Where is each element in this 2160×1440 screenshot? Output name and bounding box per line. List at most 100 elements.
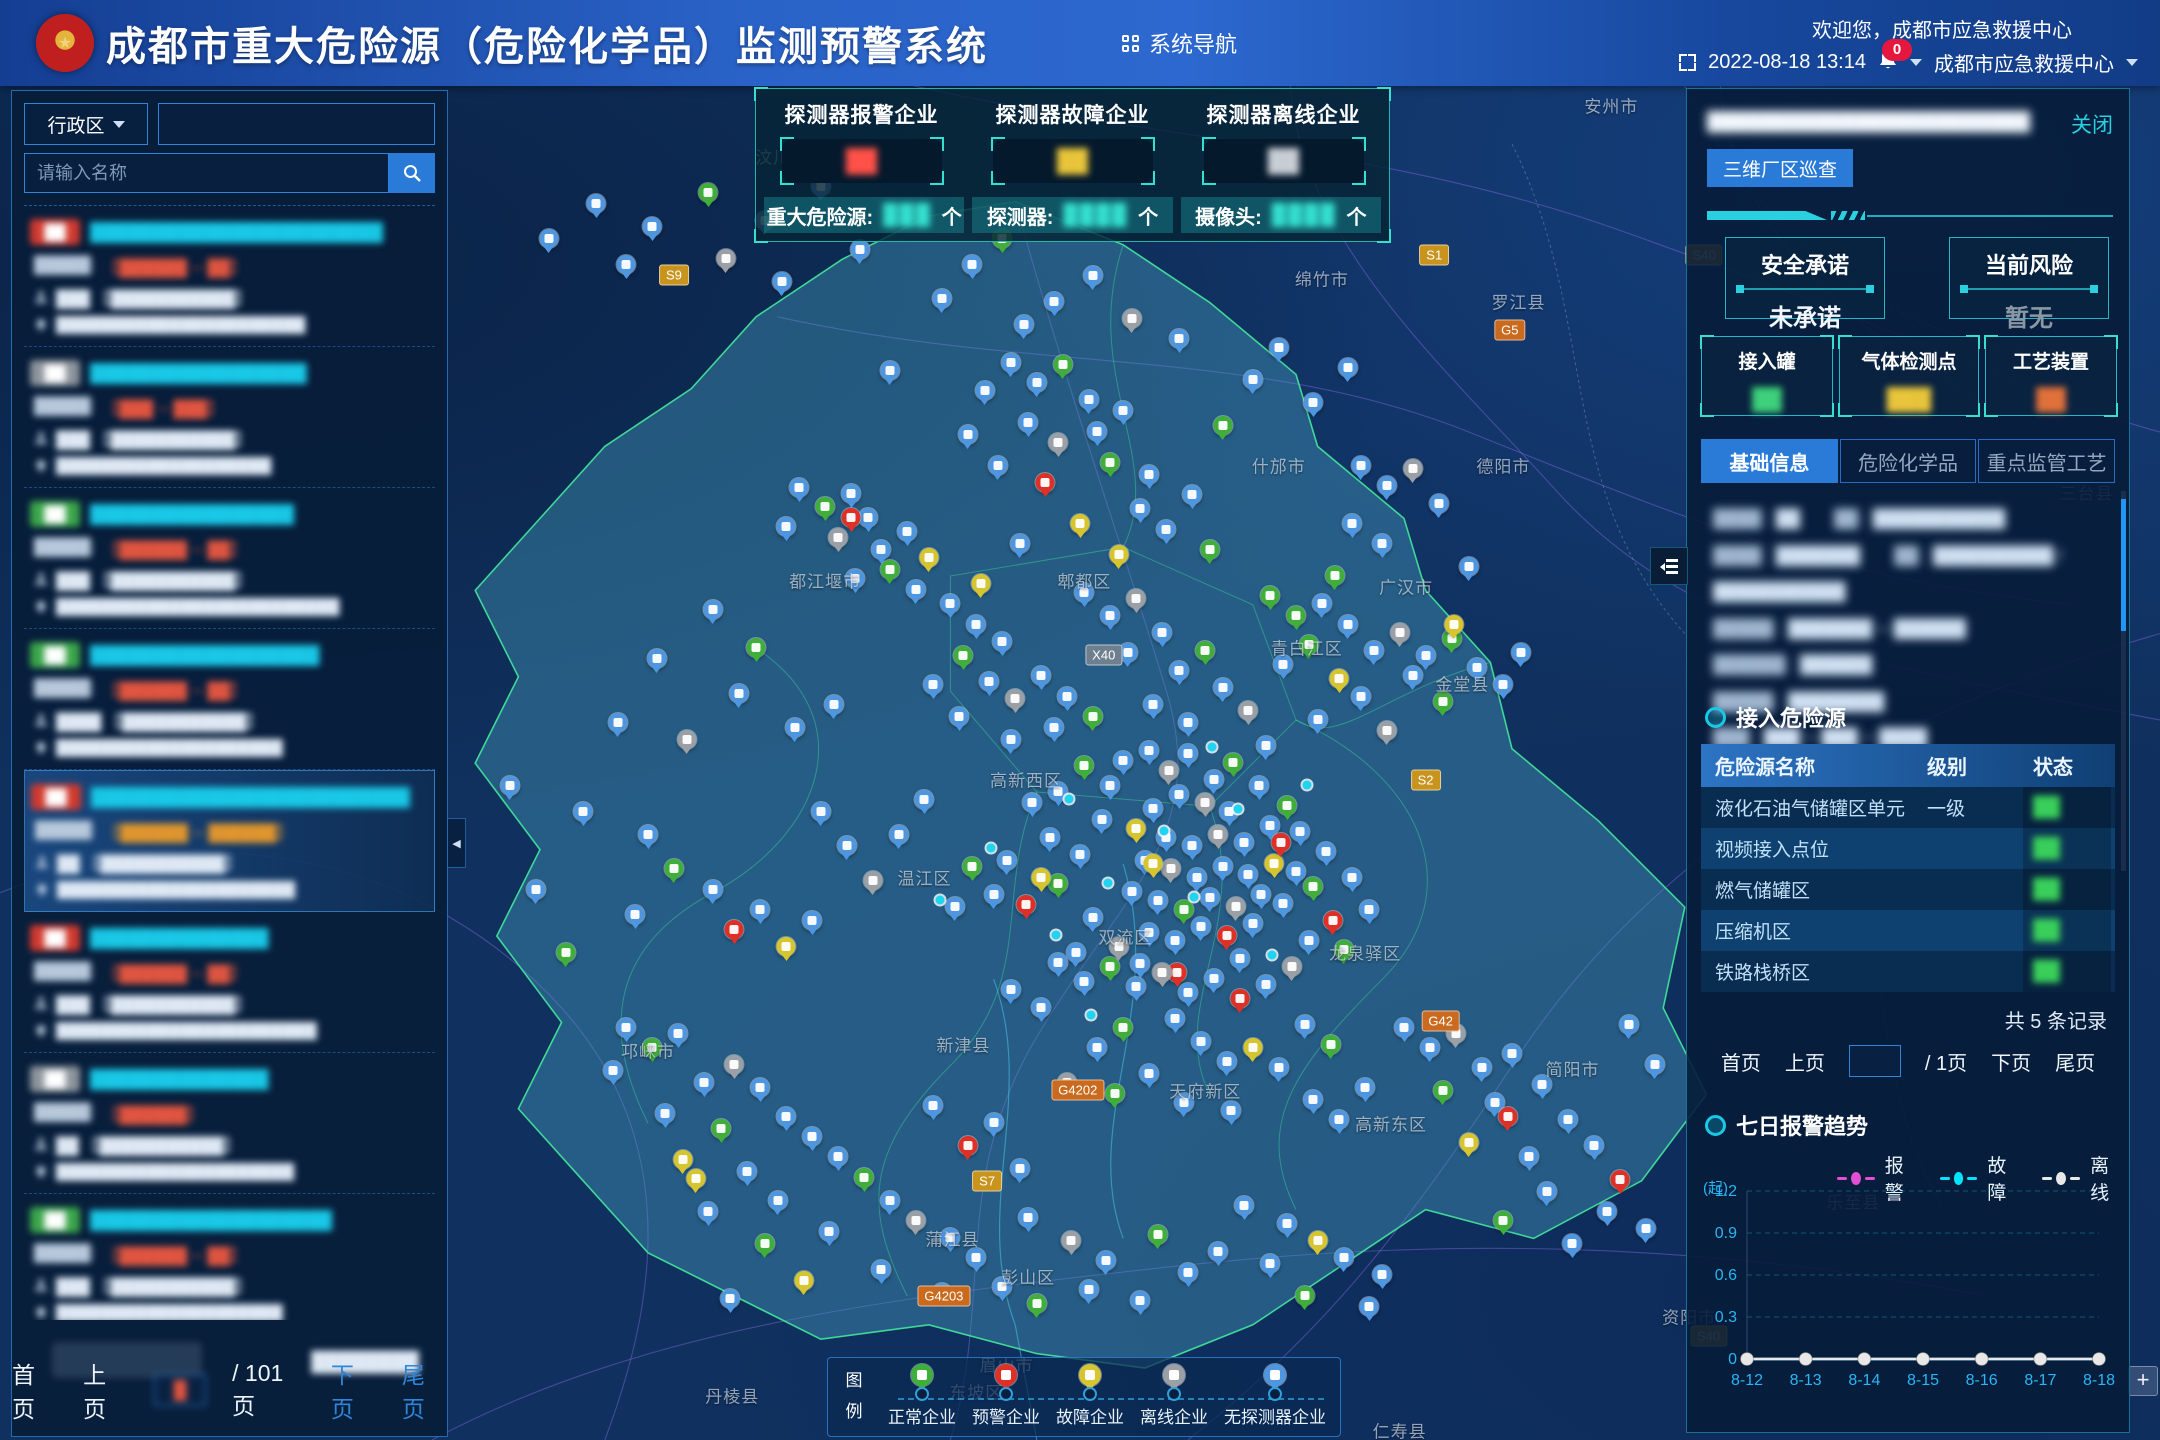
enterprise-map-pin[interactable] [1494,675,1513,694]
company-list-item[interactable]: ██████████████████████████████:【██████ ─… [24,206,435,347]
enterprise-map-pin[interactable] [747,638,766,657]
camera-point-marker[interactable] [1104,878,1113,887]
enterprise-map-pin[interactable] [1230,949,1249,968]
enterprise-map-pin[interactable] [1321,1035,1340,1054]
enterprise-map-pin[interactable] [772,272,791,291]
enterprise-map-pin[interactable] [755,1234,774,1253]
enterprise-map-pin[interactable] [1019,413,1038,432]
org-caret-icon[interactable] [2126,59,2138,66]
enterprise-map-pin[interactable] [1563,1234,1582,1253]
enterprise-map-pin[interactable] [1459,1133,1478,1152]
enterprise-map-pin[interactable] [1243,914,1262,933]
enterprise-map-pin[interactable] [1179,744,1198,763]
enterprise-map-pin[interactable] [777,937,796,956]
enterprise-map-pin[interactable] [1101,957,1120,976]
enterprise-map-pin[interactable] [1416,646,1435,665]
enterprise-map-pin[interactable] [1250,776,1269,795]
enterprise-map-pin[interactable] [1261,816,1280,835]
enterprise-map-pin[interactable] [980,672,999,691]
enterprise-map-pin[interactable] [1598,1202,1617,1221]
enterprise-map-pin[interactable] [1645,1055,1664,1074]
enterprise-map-pin[interactable] [712,1119,731,1138]
tab-重点监管工艺[interactable]: 重点监管工艺 [1978,439,2115,483]
enterprise-map-pin[interactable] [1230,989,1249,1008]
enterprise-map-pin[interactable] [1494,1211,1513,1230]
enterprise-map-pin[interactable] [703,600,722,619]
enterprise-map-pin[interactable] [1274,894,1293,913]
enterprise-map-pin[interactable] [855,1168,874,1187]
enterprise-map-pin[interactable] [924,1096,943,1115]
3d-patrol-button[interactable]: 三维厂区巡查 [1707,149,1853,187]
page-number-input[interactable] [154,1374,206,1406]
enterprise-map-pin[interactable] [699,183,718,202]
enterprise-map-pin[interactable] [1027,373,1046,392]
enterprise-map-pin[interactable] [1114,401,1133,420]
enterprise-map-pin[interactable] [1472,1058,1491,1077]
enterprise-map-pin[interactable] [963,857,982,876]
enterprise-map-pin[interactable] [1377,476,1396,495]
enterprise-map-pin[interactable] [1217,1052,1236,1071]
enterprise-map-pin[interactable] [872,1260,891,1279]
enterprise-map-pin[interactable] [950,707,969,726]
page-prev-button[interactable]: 上页 [83,1356,128,1424]
enterprise-map-pin[interactable] [941,594,960,613]
enterprise-map-pin[interactable] [1287,862,1306,881]
enterprise-map-pin[interactable] [1010,1159,1029,1178]
enterprise-map-pin[interactable] [1131,499,1150,518]
page-last-button[interactable]: 尾页 [402,1356,447,1424]
enterprise-map-pin[interactable] [500,776,519,795]
enterprise-map-pin[interactable] [617,255,636,274]
enterprise-map-pin[interactable] [539,229,558,248]
enterprise-map-pin[interactable] [751,1078,770,1097]
enterprise-map-pin[interactable] [1287,606,1306,625]
enterprise-map-pin[interactable] [738,1162,757,1181]
enterprise-map-pin[interactable] [1148,1225,1167,1244]
enterprise-map-pin[interactable] [725,1055,744,1074]
enterprise-map-pin[interactable] [1269,1058,1288,1077]
enterprise-map-pin[interactable] [1092,810,1111,829]
enterprise-map-pin[interactable] [1109,545,1128,564]
enterprise-map-pin[interactable] [1045,718,1064,737]
detail-page-first[interactable]: 首页 [1721,1047,1761,1076]
enterprise-map-pin[interactable] [1075,756,1094,775]
enterprise-map-pin[interactable] [768,1191,787,1210]
enterprise-map-pin[interactable] [1636,1219,1655,1238]
enterprise-map-pin[interactable] [1032,998,1051,1017]
enterprise-map-pin[interactable] [1127,589,1146,608]
enterprise-map-pin[interactable] [1166,1009,1185,1028]
enterprise-map-pin[interactable] [1153,623,1172,642]
enterprise-map-pin[interactable] [824,695,843,714]
enterprise-map-pin[interactable] [1269,338,1288,357]
enterprise-map-pin[interactable] [872,540,891,559]
enterprise-map-pin[interactable] [1282,957,1301,976]
enterprise-map-pin[interactable] [1017,895,1036,914]
enterprise-map-pin[interactable] [1179,983,1198,1002]
enterprise-map-pin[interactable] [984,885,1003,904]
hazard-table-row[interactable]: 燃气储罐区██ [1701,869,2115,910]
enterprise-map-pin[interactable] [963,255,982,274]
enterprise-map-pin[interactable] [1444,615,1463,634]
enterprise-map-pin[interactable] [975,381,994,400]
enterprise-map-pin[interactable] [859,508,878,527]
enterprise-map-pin[interactable] [1317,842,1336,861]
enterprise-map-pin[interactable] [1403,459,1422,478]
enterprise-map-pin[interactable] [1191,1032,1210,1051]
enterprise-map-pin[interactable] [1131,1291,1150,1310]
enterprise-map-pin[interactable] [673,1150,692,1169]
enterprise-map-pin[interactable] [1071,514,1090,533]
camera-point-marker[interactable] [935,896,944,905]
enterprise-map-pin[interactable] [626,905,645,924]
enterprise-map-pin[interactable] [1170,785,1189,804]
camera-point-marker[interactable] [1268,950,1277,959]
enterprise-map-pin[interactable] [1224,753,1243,772]
enterprise-map-pin[interactable] [1356,1078,1375,1097]
enterprise-map-pin[interactable] [1278,1214,1297,1233]
enterprise-map-pin[interactable] [1395,1018,1414,1037]
enterprise-map-pin[interactable] [721,1289,740,1308]
enterprise-map-pin[interactable] [1027,1294,1046,1313]
enterprise-map-pin[interactable] [1261,1254,1280,1273]
enterprise-map-pin[interactable] [1459,557,1478,576]
enterprise-map-pin[interactable] [1071,845,1090,864]
enterprise-map-pin[interactable] [1209,825,1228,844]
enterprise-map-pin[interactable] [1101,776,1120,795]
